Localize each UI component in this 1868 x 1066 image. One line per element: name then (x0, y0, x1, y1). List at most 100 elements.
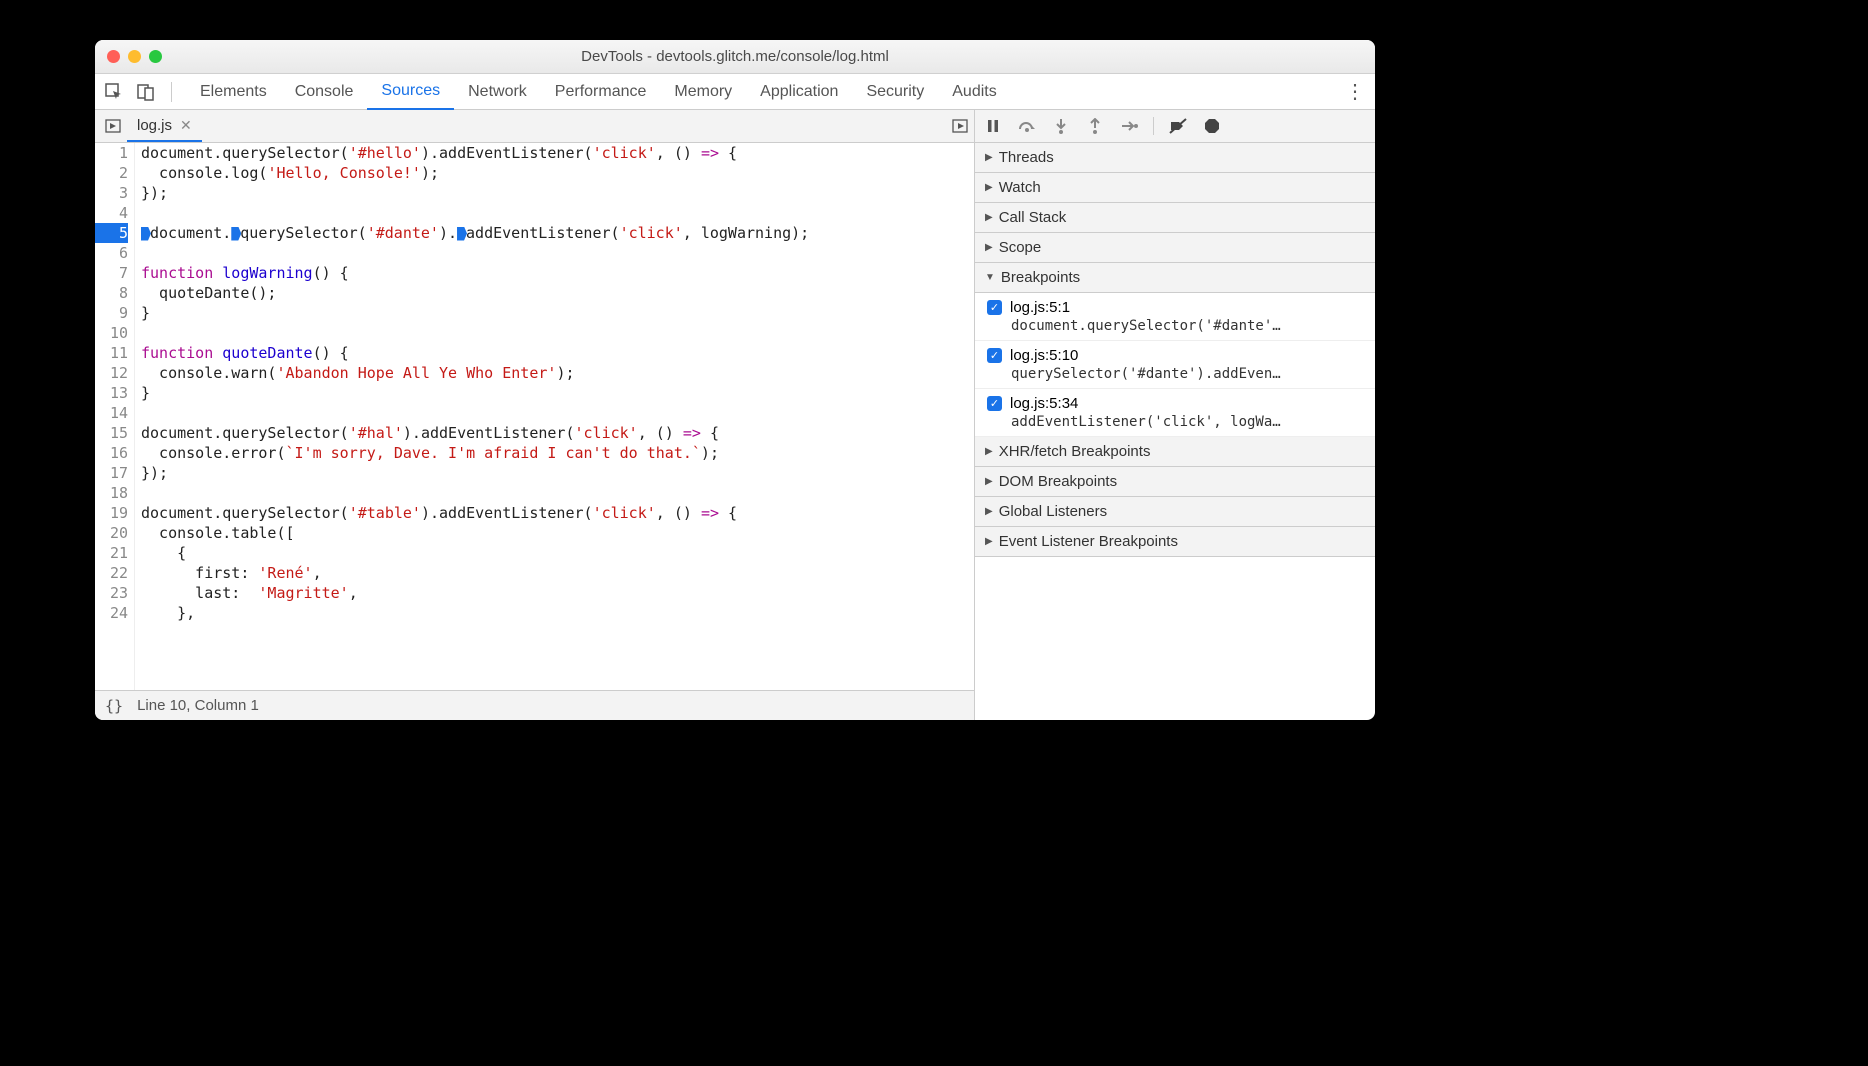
device-toolbar-icon[interactable] (135, 81, 157, 103)
code-line[interactable]: console.warn('Abandon Hope All Ye Who En… (141, 363, 974, 383)
code-line[interactable]: { (141, 543, 974, 563)
section-breakpoints[interactable]: ▼ Breakpoints (975, 263, 1375, 293)
tab-application[interactable]: Application (746, 74, 852, 110)
gutter-line[interactable]: 19 (95, 503, 128, 523)
section-watch[interactable]: ▶Watch (975, 173, 1375, 203)
gutter-line[interactable]: 1 (95, 143, 128, 163)
expand-icon: ▶ (985, 242, 993, 253)
gutter-line[interactable]: 10 (95, 323, 128, 343)
gutter-line[interactable]: 3 (95, 183, 128, 203)
code-line[interactable]: document.querySelector('#hello').addEven… (141, 143, 974, 163)
code-line[interactable] (141, 203, 974, 223)
gutter-line[interactable]: 22 (95, 563, 128, 583)
section-xhr-fetch-breakpoints[interactable]: ▶XHR/fetch Breakpoints (975, 437, 1375, 467)
code-line[interactable]: document.querySelector('#table').addEven… (141, 503, 974, 523)
tab-memory[interactable]: Memory (660, 74, 746, 110)
gutter-line[interactable]: 5 (95, 223, 128, 243)
section-label: Global Listeners (999, 503, 1107, 520)
code-line[interactable]: quoteDante(); (141, 283, 974, 303)
code-line[interactable]: function quoteDante() { (141, 343, 974, 363)
close-tab-icon[interactable]: ✕ (180, 117, 192, 134)
code-line[interactable]: }); (141, 183, 974, 203)
tab-network[interactable]: Network (454, 74, 541, 110)
code-line[interactable]: function logWarning() { (141, 263, 974, 283)
show-navigator-icon[interactable] (99, 110, 127, 142)
section-global-listeners[interactable]: ▶Global Listeners (975, 497, 1375, 527)
gutter-line[interactable]: 2 (95, 163, 128, 183)
code-line[interactable] (141, 323, 974, 343)
gutter-line[interactable]: 4 (95, 203, 128, 223)
gutter-line[interactable]: 14 (95, 403, 128, 423)
tab-security[interactable]: Security (852, 74, 938, 110)
breakpoint-checkbox[interactable]: ✓ (987, 300, 1002, 315)
gutter-line[interactable]: 17 (95, 463, 128, 483)
code-line[interactable]: console.error(`I'm sorry, Dave. I'm afra… (141, 443, 974, 463)
code-line[interactable]: console.table([ (141, 523, 974, 543)
tab-audits[interactable]: Audits (938, 74, 1010, 110)
code-line[interactable] (141, 403, 974, 423)
code-line[interactable]: } (141, 383, 974, 403)
tab-performance[interactable]: Performance (541, 74, 661, 110)
code-line[interactable]: document.querySelector('#hal').addEventL… (141, 423, 974, 443)
breakpoint-item[interactable]: ✓log.js:5:34addEventListener('click', lo… (975, 389, 1375, 437)
devtools-window: DevTools - devtools.glitch.me/console/lo… (95, 40, 1375, 720)
sources-editor-pane: log.js ✕ 1234567891011121314151617181920… (95, 110, 975, 720)
code-line[interactable]: }); (141, 463, 974, 483)
file-tab[interactable]: log.js ✕ (127, 110, 202, 142)
expand-icon: ▶ (985, 446, 993, 457)
pause-on-exceptions-icon[interactable] (1202, 116, 1222, 136)
gutter-line[interactable]: 23 (95, 583, 128, 603)
code-line[interactable]: first: 'René', (141, 563, 974, 583)
gutter-line[interactable]: 8 (95, 283, 128, 303)
step-out-icon[interactable] (1085, 116, 1105, 136)
breakpoint-checkbox[interactable]: ✓ (987, 348, 1002, 363)
code-line[interactable] (141, 483, 974, 503)
code-line[interactable]: console.log('Hello, Console!'); (141, 163, 974, 183)
gutter-line[interactable]: 16 (95, 443, 128, 463)
deactivate-breakpoints-icon[interactable] (1168, 116, 1188, 136)
breakpoint-snippet: querySelector('#dante').addEven… (987, 366, 1365, 382)
pretty-print-icon[interactable]: {} (105, 697, 123, 715)
gutter-line[interactable]: 9 (95, 303, 128, 323)
step-over-icon[interactable] (1017, 116, 1037, 136)
section-threads[interactable]: ▶Threads (975, 143, 1375, 173)
section-call-stack[interactable]: ▶Call Stack (975, 203, 1375, 233)
gutter-line[interactable]: 15 (95, 423, 128, 443)
show-debugger-icon[interactable] (946, 110, 974, 142)
gutter-line[interactable]: 12 (95, 363, 128, 383)
expand-icon: ▶ (985, 152, 993, 163)
section-dom-breakpoints[interactable]: ▶DOM Breakpoints (975, 467, 1375, 497)
breakpoint-item[interactable]: ✓log.js:5:1document.querySelector('#dant… (975, 293, 1375, 341)
breakpoint-location: log.js:5:1 (1010, 299, 1070, 316)
code-line[interactable] (141, 243, 974, 263)
code-line[interactable]: }, (141, 603, 974, 623)
gutter-line[interactable]: 11 (95, 343, 128, 363)
gutter-line[interactable]: 24 (95, 603, 128, 623)
editor-statusbar: {} Line 10, Column 1 (95, 690, 974, 720)
code-line[interactable]: } (141, 303, 974, 323)
gutter-line[interactable]: 18 (95, 483, 128, 503)
inspect-element-icon[interactable] (103, 81, 125, 103)
tab-console[interactable]: Console (281, 74, 368, 110)
code-editor[interactable]: 123456789101112131415161718192021222324 … (95, 143, 974, 690)
section-scope[interactable]: ▶Scope (975, 233, 1375, 263)
tab-sources[interactable]: Sources (367, 74, 454, 110)
pause-icon[interactable] (983, 116, 1003, 136)
code-line[interactable]: last: 'Magritte', (141, 583, 974, 603)
section-event-listener-breakpoints[interactable]: ▶Event Listener Breakpoints (975, 527, 1375, 557)
section-label: DOM Breakpoints (999, 473, 1117, 490)
more-options-icon[interactable]: ⋮ (1343, 79, 1367, 104)
breakpoint-item[interactable]: ✓log.js:5:10querySelector('#dante').addE… (975, 341, 1375, 389)
gutter-line[interactable]: 13 (95, 383, 128, 403)
gutter-line[interactable]: 20 (95, 523, 128, 543)
code-line[interactable]: document.querySelector('#dante').addEven… (141, 223, 974, 243)
breakpoint-checkbox[interactable]: ✓ (987, 396, 1002, 411)
step-icon[interactable] (1119, 116, 1139, 136)
tab-elements[interactable]: Elements (186, 74, 281, 110)
gutter-line[interactable]: 7 (95, 263, 128, 283)
panel-body: log.js ✕ 1234567891011121314151617181920… (95, 110, 1375, 720)
gutter-line[interactable]: 6 (95, 243, 128, 263)
step-into-icon[interactable] (1051, 116, 1071, 136)
main-toolbar: ElementsConsoleSourcesNetworkPerformance… (95, 74, 1375, 110)
gutter-line[interactable]: 21 (95, 543, 128, 563)
